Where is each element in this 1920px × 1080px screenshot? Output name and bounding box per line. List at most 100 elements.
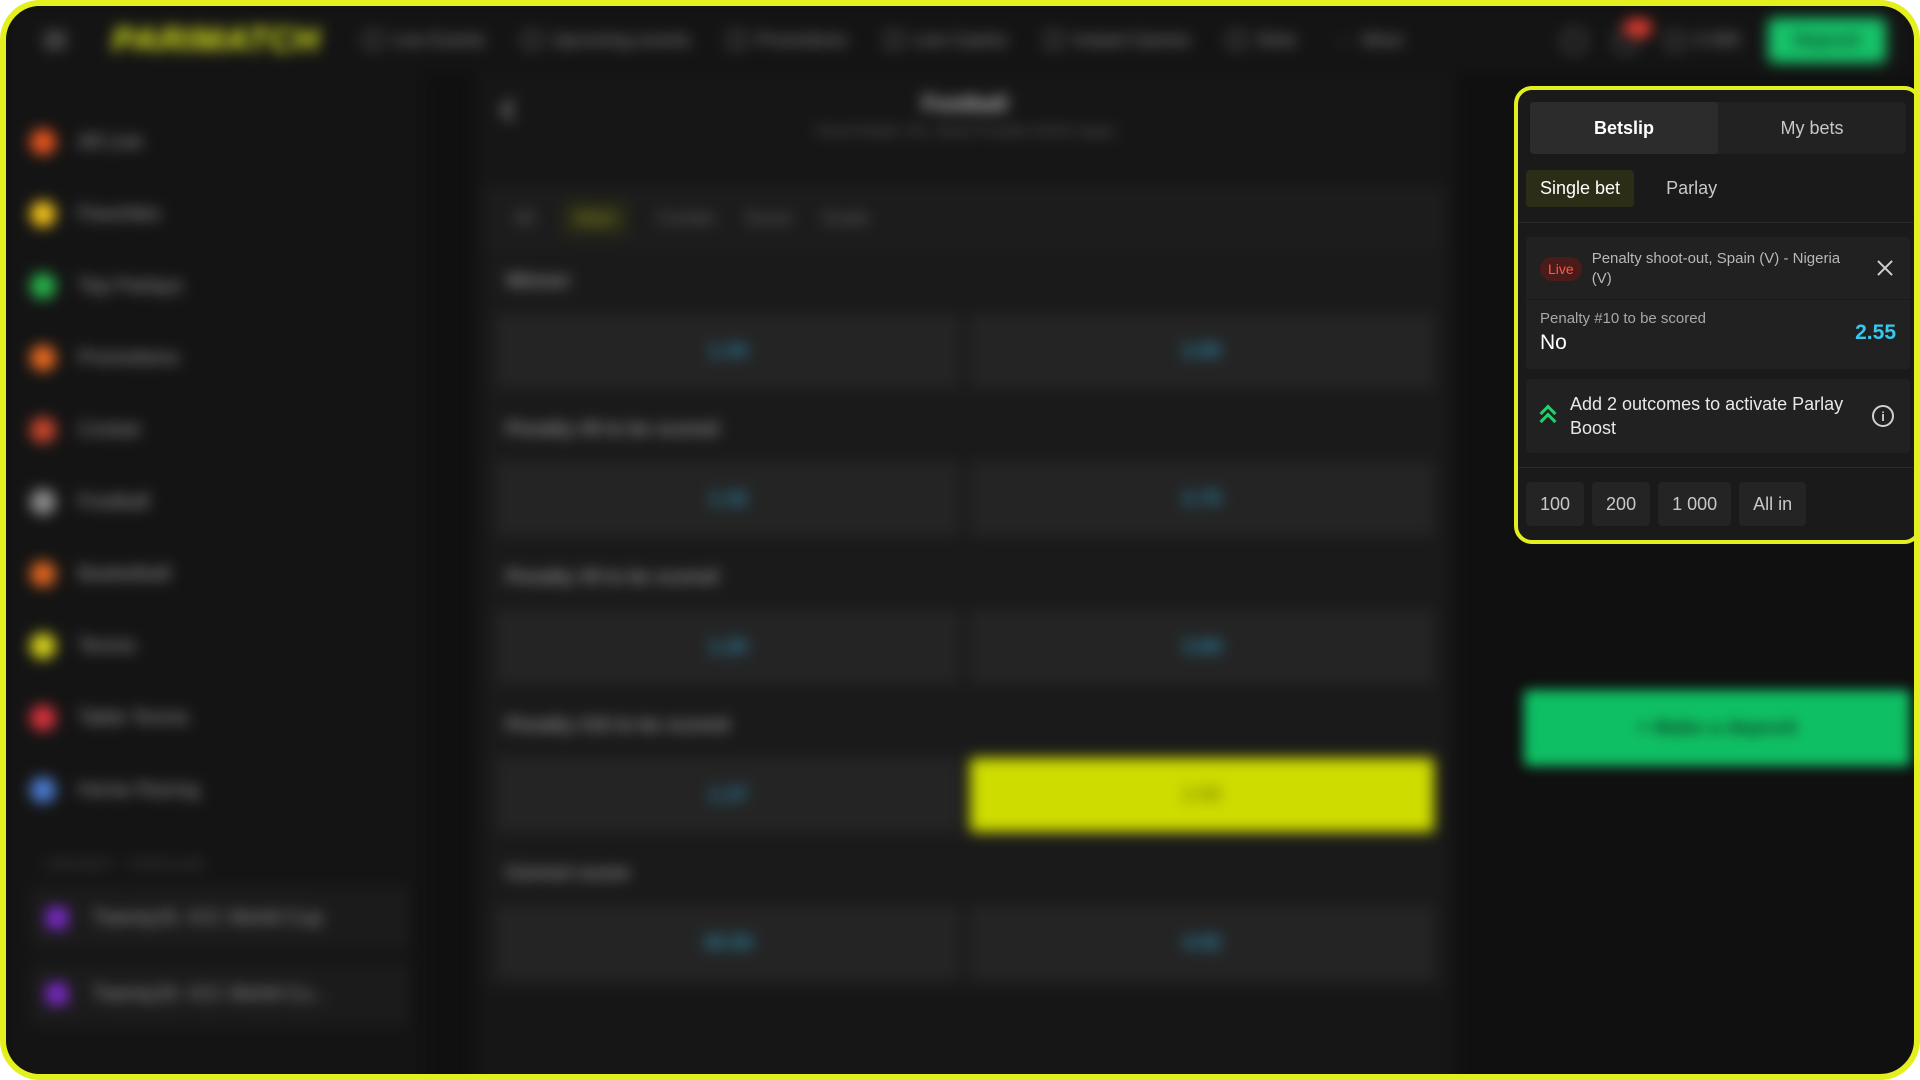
deposit-button[interactable]: Deposit: [1767, 18, 1886, 63]
bet-odds: 2.55: [1855, 321, 1896, 344]
trophy-icon: [46, 983, 68, 1005]
tab-combo[interactable]: Combo: [657, 208, 715, 229]
sidebar-item-tennis[interactable]: Tennis: [6, 610, 424, 682]
event-title: Football: [922, 90, 1008, 116]
logo: PARIMATCH: [112, 20, 320, 59]
wallet-icon: [1665, 31, 1684, 50]
top-bar: PARIMATCH Live Events Upcoming events Pr…: [6, 6, 1914, 74]
event-panel: Football Virtual football. USL. Beach Pe…: [474, 74, 1456, 1074]
market-title[interactable]: Winner: [484, 250, 1446, 314]
rocket-icon: [1045, 31, 1064, 49]
trophy-icon: [46, 907, 68, 929]
notification-badge: [1623, 18, 1652, 37]
tennis-icon: [30, 633, 56, 659]
casino-icon: [885, 31, 904, 49]
market-title[interactable]: Penalty #10 to be scored: [484, 694, 1446, 758]
event-subtitle: Virtual football. USL. Beach Penalties W…: [814, 122, 1116, 138]
bet-type-selector: Single bet Parlay: [1526, 168, 1914, 208]
nav-live-casino[interactable]: Live Casino: [885, 30, 1007, 51]
odd-button[interactable]: 2.85: [970, 314, 1434, 388]
sidebar-item-top-parlays[interactable]: Top Parlays: [6, 250, 424, 322]
bet-card-body: Penalty #10 to be scored No 2.55: [1526, 300, 1910, 369]
football-icon: [30, 489, 56, 515]
market-title[interactable]: Penalty #9 to be scored: [484, 546, 1446, 610]
betslip-panel: Betslip My bets Single bet Parlay Live P…: [1514, 86, 1914, 544]
odd-button[interactable]: 3.69: [970, 610, 1434, 684]
odd-button[interactable]: 4.92: [970, 906, 1434, 980]
market: Penalty #9 to be scored 1.20 3.69: [484, 546, 1446, 694]
balance[interactable]: 0 INR: [1665, 30, 1740, 51]
nav-more[interactable]: ··· More: [1334, 30, 1403, 51]
odd-button[interactable]: 2.70: [970, 462, 1434, 536]
nav-instant-games[interactable]: Instant Games: [1045, 30, 1190, 51]
market-tabs: All Main Combo Score Goals: [484, 186, 1446, 250]
parlay-boost-notice: Add 2 outcomes to activate Parlay Boost …: [1526, 379, 1910, 453]
odd-button[interactable]: 1.37: [496, 758, 960, 832]
horse-icon: [30, 777, 56, 803]
tab-all[interactable]: All: [514, 208, 534, 229]
stake-1000-button[interactable]: 1 000: [1658, 482, 1732, 526]
app-frame: PARIMATCH Live Events Upcoming events Pr…: [0, 0, 1920, 1080]
bet-event-name: Penalty shoot-out, Spain (V) - Nigeria (…: [1591, 250, 1841, 287]
menu-icon[interactable]: [44, 32, 66, 48]
sidebar-item-horse-racing[interactable]: Horse Racing: [6, 754, 424, 826]
market-title[interactable]: Penalty #8 to be scored: [484, 398, 1446, 462]
boost-chevrons-icon: [1539, 404, 1558, 430]
star-icon: [30, 201, 56, 227]
sidebar: All Live Favorites Top Parlays Promotion…: [6, 74, 424, 1074]
search-icon[interactable]: [1561, 28, 1586, 53]
bell-icon[interactable]: [1613, 18, 1652, 53]
stake-200-button[interactable]: 200: [1592, 482, 1651, 526]
betslip-tabs: Betslip My bets: [1530, 102, 1906, 154]
sidebar-card[interactable]: Twenty20. ICC World Cup: [30, 886, 408, 950]
basketball-icon: [30, 561, 56, 587]
gift-icon: [30, 345, 56, 371]
odds-row: 1.37 2.55: [484, 758, 1446, 842]
bet-market: Penalty #10 to be scored: [1540, 310, 1706, 327]
odd-button-selected[interactable]: 2.55: [970, 758, 1434, 832]
sidebar-item-favorites[interactable]: Favorites: [6, 178, 424, 250]
stake-100-button[interactable]: 100: [1526, 482, 1585, 526]
info-icon[interactable]: i: [1872, 405, 1894, 427]
main-nav: Live Events Upcoming events Promotions L…: [363, 30, 1403, 51]
tab-goals[interactable]: Goals: [822, 208, 869, 229]
stake-all-in-button[interactable]: All in: [1739, 482, 1807, 526]
odd-button[interactable]: 30.50: [496, 906, 960, 980]
odd-button[interactable]: 1.32: [496, 462, 960, 536]
parlay-boost-text: Add 2 outcomes to activate Parlay Boost: [1570, 394, 1844, 438]
divider: [1518, 467, 1914, 468]
market-title[interactable]: Correct score: [484, 842, 1446, 906]
market: Correct score 30.50 4.92: [484, 842, 1446, 990]
close-icon[interactable]: [1876, 259, 1894, 277]
make-deposit-button[interactable]: + Make a deposit: [1524, 690, 1910, 766]
table-tennis-icon: [30, 705, 56, 731]
parlay-button[interactable]: Parlay: [1652, 170, 1731, 207]
tab-betslip[interactable]: Betslip: [1530, 102, 1718, 154]
event-header: Football Virtual football. USL. Beach Pe…: [474, 74, 1456, 154]
odds-row: 1.20 3.69: [484, 610, 1446, 694]
nav-upcoming[interactable]: Upcoming events: [523, 30, 690, 51]
sidebar-item-basketball[interactable]: Basketball: [6, 538, 424, 610]
odd-button[interactable]: 1.20: [496, 610, 960, 684]
tab-my-bets[interactable]: My bets: [1718, 102, 1906, 154]
sidebar-item-football[interactable]: Football: [6, 466, 424, 538]
nav-live-events[interactable]: Live Events: [363, 30, 485, 51]
quick-stakes: 100 200 1 000 All in: [1526, 482, 1914, 526]
nav-slots[interactable]: Slots: [1228, 30, 1296, 51]
sidebar-item-table-tennis[interactable]: Table Tennis: [6, 682, 424, 754]
market: Winner 1.34 2.85: [484, 250, 1446, 398]
sidebar-item-cricket[interactable]: Cricket: [6, 394, 424, 466]
top-right-controls: 0 INR Deposit: [1561, 18, 1886, 63]
sidebar-item-all-live[interactable]: All Live: [6, 106, 424, 178]
bet-outcome: No: [1540, 331, 1567, 354]
parlay-icon: [30, 273, 56, 299]
sidebar-item-promotions[interactable]: Promotions: [6, 322, 424, 394]
tab-score[interactable]: Score: [745, 208, 792, 229]
single-bet-button[interactable]: Single bet: [1526, 169, 1635, 207]
slots-icon: [1228, 31, 1247, 49]
odd-button[interactable]: 1.34: [496, 314, 960, 388]
fire-icon: [30, 129, 56, 155]
sidebar-card[interactable]: Twenty20. ICC World Cu...: [30, 962, 408, 1026]
nav-promotions[interactable]: Promotions: [728, 30, 847, 51]
tab-main[interactable]: Main: [564, 201, 628, 235]
